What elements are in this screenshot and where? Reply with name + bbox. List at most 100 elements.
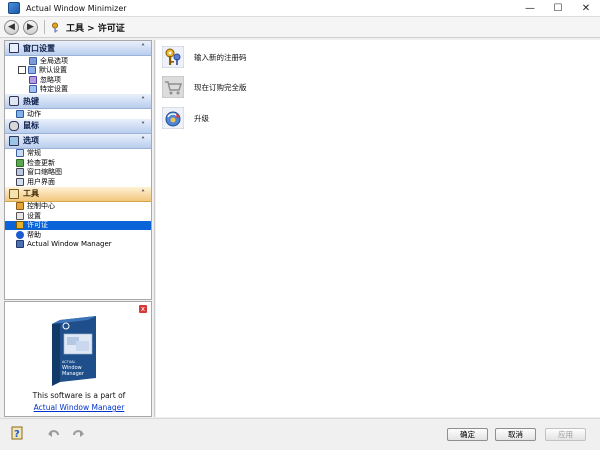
- bottom-bar: ? 确定 取消 应用: [0, 418, 600, 450]
- close-promo-icon[interactable]: x: [139, 305, 147, 313]
- ok-button[interactable]: 确定: [447, 428, 488, 441]
- group-header-options[interactable]: 选项 ˄: [5, 133, 151, 149]
- key-icon: [52, 22, 58, 32]
- pane-splitter[interactable]: [154, 40, 155, 417]
- breadcrumb: 工具 > 许可证: [66, 23, 125, 34]
- group-header-mouse[interactable]: 鼠标 ˅: [5, 118, 151, 134]
- sidebar-item-label: 帮助: [27, 230, 41, 239]
- sidebar-item-label: 窗口缩略图: [27, 168, 62, 177]
- sidebar-item-control-center[interactable]: 控制中心: [5, 202, 151, 212]
- minimize-button[interactable]: —: [516, 0, 544, 17]
- main-content: 输入新的注册码 现在订购完全版 升级: [156, 40, 600, 417]
- global-options-icon: [29, 56, 37, 65]
- promo-panel: x ACTUAL Window Manager This software is…: [4, 301, 152, 417]
- collapse-icon[interactable]: ˄: [141, 43, 145, 52]
- apply-button[interactable]: 应用: [545, 428, 586, 441]
- svg-text:?: ?: [14, 429, 20, 440]
- sidebar-item-user-interface[interactable]: 用户界面: [5, 177, 151, 187]
- action-label: 现在订购完全版: [194, 82, 247, 92]
- product-box-image: ACTUAL Window Manager: [52, 316, 96, 386]
- general-icon: [16, 149, 24, 158]
- sidebar-item-specific-settings[interactable]: 特定设置: [5, 85, 151, 95]
- window-settings-icon: [9, 43, 19, 53]
- actions-icon: [16, 109, 24, 118]
- sidebar-item-check-updates[interactable]: 检查更新: [5, 158, 151, 168]
- group-label: 鼠标: [23, 121, 39, 130]
- close-button[interactable]: ✕: [572, 0, 600, 17]
- sidebar-item-label: 动作: [27, 109, 41, 118]
- box-brand-text: ACTUAL: [62, 360, 75, 364]
- collapse-icon[interactable]: ˄: [141, 189, 145, 198]
- group-label: 选项: [23, 136, 39, 145]
- keys-icon: [162, 46, 184, 68]
- sidebar-item-label: 许可证: [27, 221, 48, 230]
- group-header-tools[interactable]: 工具 ˄: [5, 186, 151, 202]
- help-question-icon[interactable]: ?: [11, 426, 25, 440]
- sidebar-item-label: 忽略项: [40, 75, 61, 84]
- actual-window-manager-link[interactable]: Actual Window Manager: [5, 403, 153, 412]
- redo-icon[interactable]: [71, 426, 85, 440]
- window-title: Actual Window Minimizer: [26, 3, 127, 13]
- ignore-list-icon: [29, 75, 37, 84]
- sidebar-item-label: 用户界面: [27, 177, 55, 186]
- enter-registration-key-action[interactable]: 输入新的注册码: [162, 46, 247, 68]
- action-label: 升级: [194, 113, 209, 123]
- sidebar: 窗口设置 ˄ 全局选项 默认设置 忽略项 特定设置 热键 ˄ 动作 鼠标 ˅ 选…: [4, 40, 152, 300]
- forward-button[interactable]: ▶: [23, 19, 38, 35]
- control-center-icon: [16, 202, 24, 211]
- thumbnails-icon: [16, 168, 24, 177]
- mouse-icon: [9, 120, 19, 131]
- nav-divider: [44, 20, 45, 34]
- sidebar-item-ignore-list[interactable]: 忽略项: [5, 75, 151, 85]
- window-controls: — ☐ ✕: [516, 0, 600, 17]
- sidebar-item-label: 设置: [27, 211, 41, 220]
- tools-icon: [9, 188, 19, 199]
- sidebar-item-settings[interactable]: 设置: [5, 211, 151, 221]
- sidebar-item-actual-window-manager[interactable]: Actual Window Manager: [5, 240, 151, 250]
- group-header-hotkeys[interactable]: 热键 ˄: [5, 94, 151, 109]
- box-title-line2: Manager: [62, 371, 85, 377]
- user-interface-icon: [16, 177, 24, 186]
- shopping-cart-icon: [162, 76, 184, 98]
- sidebar-item-window-thumbnails[interactable]: 窗口缩略图: [5, 168, 151, 178]
- window-manager-icon: [16, 240, 24, 249]
- sidebar-item-label: 全局选项: [40, 56, 68, 65]
- collapse-icon[interactable]: ˄: [141, 136, 145, 145]
- undo-icon[interactable]: [47, 426, 61, 440]
- settings-icon: [16, 211, 24, 220]
- hotkeys-icon: [9, 96, 19, 106]
- back-button[interactable]: ◀: [4, 19, 19, 35]
- help-icon: [16, 230, 24, 239]
- app-icon: [8, 2, 20, 14]
- group-label: 工具: [23, 189, 39, 198]
- group-label: 热键: [23, 96, 39, 106]
- sidebar-item-label: 常规: [27, 149, 41, 158]
- promo-text: This software is a part of: [32, 391, 126, 400]
- expand-icon[interactable]: ˅: [141, 121, 145, 130]
- upgrade-action[interactable]: 升级: [162, 107, 209, 129]
- sidebar-item-general[interactable]: 常规: [5, 149, 151, 159]
- sidebar-item-default-settings[interactable]: 默认设置: [5, 66, 151, 76]
- sidebar-item-label: 默认设置: [39, 66, 67, 75]
- sidebar-item-help[interactable]: 帮助: [5, 230, 151, 240]
- title-bar: Actual Window Minimizer — ☐ ✕: [0, 0, 600, 17]
- sidebar-item-license[interactable]: 许可证: [5, 220, 151, 230]
- sidebar-item-global-options[interactable]: 全局选项: [5, 56, 151, 66]
- action-label: 输入新的注册码: [194, 52, 247, 62]
- license-key-icon: [16, 221, 24, 230]
- upgrade-icon: [162, 107, 184, 129]
- default-settings-icon: [28, 66, 36, 75]
- group-label: 窗口设置: [23, 43, 55, 53]
- order-full-version-action[interactable]: 现在订购完全版: [162, 76, 247, 98]
- collapse-icon[interactable]: ˄: [141, 96, 145, 105]
- options-icon: [9, 135, 19, 146]
- cancel-button[interactable]: 取消: [495, 428, 536, 441]
- sidebar-item-label: 控制中心: [27, 202, 55, 211]
- check-updates-icon: [16, 158, 24, 167]
- sidebar-item-label: Actual Window Manager: [27, 240, 112, 249]
- expand-checkbox[interactable]: [18, 66, 26, 75]
- group-header-window-settings[interactable]: 窗口设置 ˄: [5, 41, 151, 56]
- maximize-button[interactable]: ☐: [544, 0, 572, 17]
- navigation-bar: ◀ ▶ 工具 > 许可证: [0, 17, 600, 38]
- sidebar-item-actions[interactable]: 动作: [5, 109, 151, 119]
